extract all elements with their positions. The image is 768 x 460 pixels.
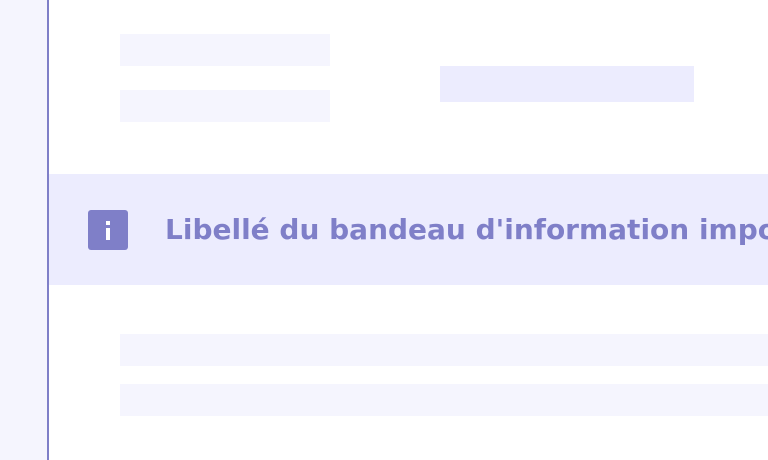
placeholder-block-bottom-2 — [120, 384, 768, 416]
placeholder-block-bottom-1 — [120, 334, 768, 366]
placeholder-block-right — [440, 66, 694, 102]
important-notice: Libellé du bandeau d'information importa… — [49, 174, 768, 285]
info-icon — [88, 210, 128, 250]
page: Libellé du bandeau d'information importa… — [0, 0, 768, 460]
left-rail — [0, 0, 49, 460]
placeholder-block-top-2 — [120, 90, 330, 122]
placeholder-block-top-1 — [120, 34, 330, 66]
notice-message: Libellé du bandeau d'information importa… — [165, 213, 768, 246]
